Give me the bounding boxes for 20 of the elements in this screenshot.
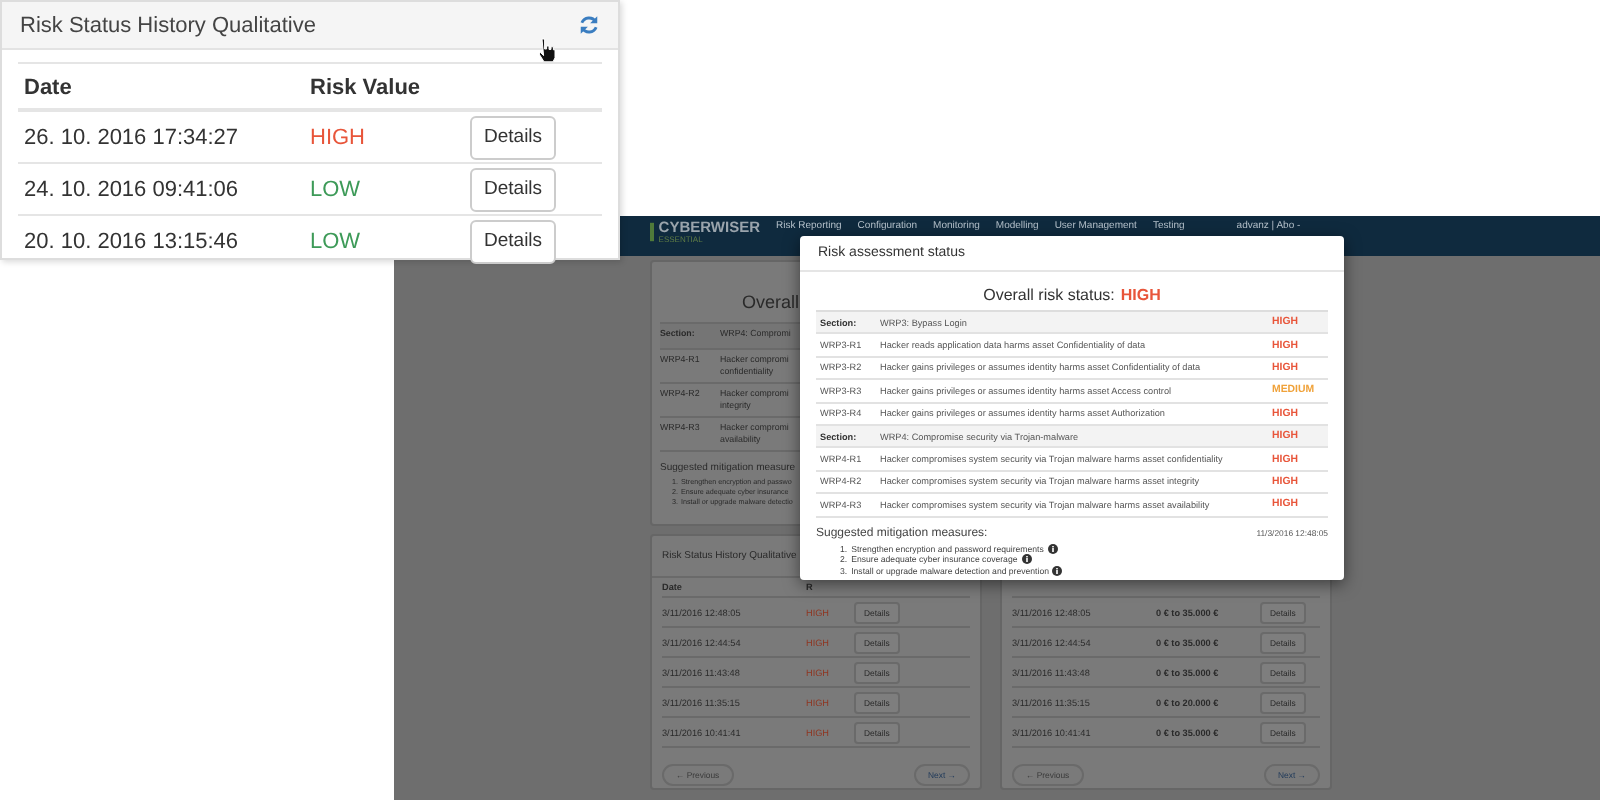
risk-value: HIGH (310, 125, 367, 149)
table-cell-text: 24. 10. 2016 09:41:06 (22, 177, 241, 201)
table-cell-text: 26. 10. 2016 17:34:27 (22, 125, 241, 149)
info-icon[interactable] (1052, 565, 1063, 576)
details-button[interactable]: Details (470, 167, 557, 211)
details-button[interactable]: Details (470, 219, 557, 263)
column-header: Risk Value (310, 76, 423, 100)
card-title: Risk Status History Qualitative (20, 13, 318, 37)
column-header: Date (22, 76, 74, 100)
logo-mark-icon (650, 220, 655, 244)
panel-heading: Overall (742, 290, 800, 314)
overall-status-value: HIGH (1120, 286, 1161, 304)
details-button[interactable]: Details (470, 115, 557, 159)
risk-value: LOW (310, 229, 363, 253)
overall-status-label: Overall risk status: (983, 286, 1115, 304)
refresh-icon[interactable] (578, 14, 600, 36)
risk-value: LOW (310, 177, 363, 201)
table-cell-text: 20. 10. 2016 13:15:46 (22, 229, 241, 253)
info-icon[interactable] (1021, 554, 1032, 565)
info-icon[interactable] (1047, 543, 1058, 554)
